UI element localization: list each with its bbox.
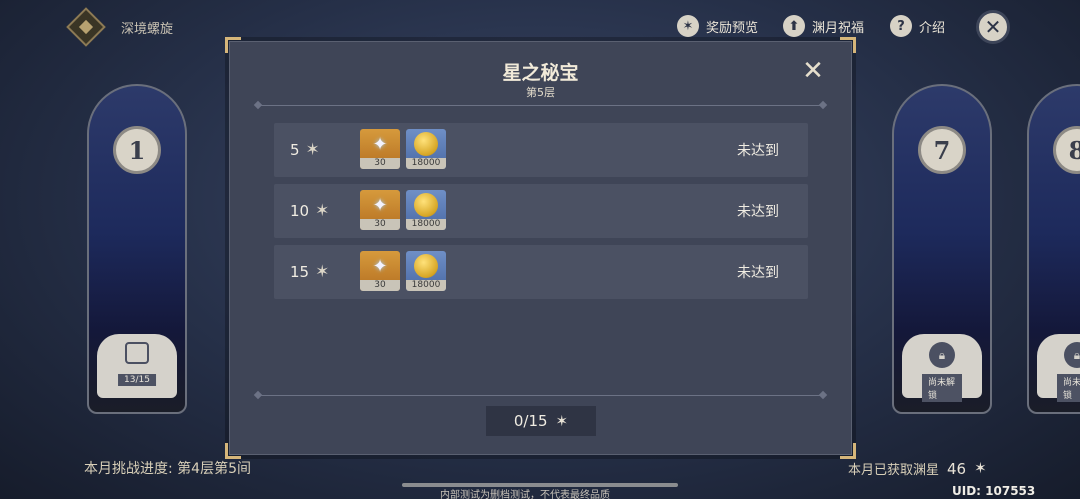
modal-close-button[interactable]: ✕ [798,56,828,86]
mora-icon [406,251,446,281]
abyss-star-icon: ✶ [555,411,569,430]
corner-ornament [840,37,856,53]
item-count: 18000 [406,158,446,169]
uid-label: UID: 107553 [952,484,1036,498]
lock-icon: 🔒︎ [1064,342,1080,368]
chamber-card-8[interactable]: 8 🔒︎ 尚未解锁 [1027,84,1080,414]
blessing-button[interactable]: ⬆ 渊月祝福 [783,14,864,38]
corner-ornament [840,443,856,459]
star-requirement: 15 ✶ [290,245,329,299]
corner-ornament [225,37,241,53]
primogem-item[interactable]: ✦ 30 [360,190,400,230]
chamber-status-panel: 🔒︎ 尚未解锁 [902,334,982,402]
star-requirement-value: 5 [290,141,300,159]
chamber-status-panel: 13/15 [97,334,177,398]
item-count: 30 [360,158,400,169]
star-requirement: 10 ✶ [290,184,329,238]
lock-icon: 🔒︎ [929,342,955,368]
reward-status: 未达到 [737,204,779,220]
chamber-locked-label: 尚未解锁 [922,374,962,402]
test-watermark: 内部测试为删档测试，不代表最终品质 [440,490,610,499]
corner-ornament [225,443,241,459]
primogem-item[interactable]: ✦ 30 [360,129,400,169]
reward-preview-label: 奖励预览 [706,20,759,36]
reward-preview-button[interactable]: ✶ 奖励预览 [677,14,758,38]
abyss-star-icon: ✶ [974,459,987,477]
reward-row: 15 ✶ ✦ 30 18000 未达到 [274,245,808,299]
primogem-icon: ✦ [372,194,388,216]
primogem-icon: ✦ [372,133,388,155]
close-icon: ✕ [984,15,1002,39]
modal-subtitle: 第5层 [526,86,555,99]
close-icon: ✕ [802,56,824,86]
blessing-label: 渊月祝福 [812,20,865,36]
spiral-abyss-icon [66,7,106,47]
help-icon: ? [890,15,912,37]
abyss-star-icon: ✶ [305,139,320,160]
chamber-number: 1 [113,126,161,174]
month-stars-value: 46 [947,459,967,478]
month-stars: 本月已获取渊星 46 ✶ [848,459,987,479]
item-count: 30 [360,219,400,230]
star-requirement-value: 10 [290,202,310,220]
chest-icon [125,342,149,364]
chamber-progress: 13/15 [118,374,156,386]
reward-row: 10 ✶ ✦ 30 18000 未达到 [274,184,808,238]
star-requirement-value: 15 [290,263,310,281]
intro-label: 介绍 [919,20,946,36]
mora-item[interactable]: 18000 [406,251,446,291]
abyss-star-icon: ✶ [315,200,330,221]
chamber-status-panel: 🔒︎ 尚未解锁 [1037,334,1080,402]
domain-title: 深境螺旋 [121,22,174,37]
month-progress-text: 本月挑战进度: 第4层第5间 [84,461,251,477]
month-stars-label: 本月已获取渊星 [848,463,940,478]
mora-icon [406,129,446,159]
reward-status: 未达到 [737,143,779,159]
reward-row: 5 ✶ ✦ 30 18000 未达到 [274,123,808,177]
chamber-number: 8 [1053,126,1080,174]
divider [258,395,823,396]
chamber-card-7[interactable]: 7 🔒︎ 尚未解锁 [892,84,992,414]
item-count: 30 [360,280,400,291]
item-count: 18000 [406,219,446,230]
divider [258,105,823,106]
primogem-item[interactable]: ✦ 30 [360,251,400,291]
star-requirement: 5 ✶ [290,123,320,177]
mora-item[interactable]: 18000 [406,129,446,169]
star-total: 0/15 ✶ [486,406,596,436]
chamber-card-1[interactable]: 1 13/15 [87,84,187,414]
primogem-icon: ✦ [372,255,388,277]
reward-status: 未达到 [737,265,779,281]
chamber-locked-label: 尚未解锁 [1057,374,1080,402]
modal-title: 星之秘宝 [502,62,579,84]
star-rewards-modal: 星之秘宝 第5层 ✕ 5 ✶ ✦ 30 18000 未达到 10 ✶ ✦ 30 [225,37,856,459]
intro-button[interactable]: ? 介绍 [890,14,945,38]
star-total-value: 0/15 [513,412,548,430]
mora-icon [406,190,446,220]
mora-item[interactable]: 18000 [406,190,446,230]
blessing-icon: ⬆ [783,15,805,37]
close-screen-button[interactable]: ✕ [976,10,1010,44]
chamber-number: 7 [918,126,966,174]
abyss-star-icon: ✶ [315,261,330,282]
item-count: 18000 [406,280,446,291]
star-badge-icon: ✶ [677,15,699,37]
